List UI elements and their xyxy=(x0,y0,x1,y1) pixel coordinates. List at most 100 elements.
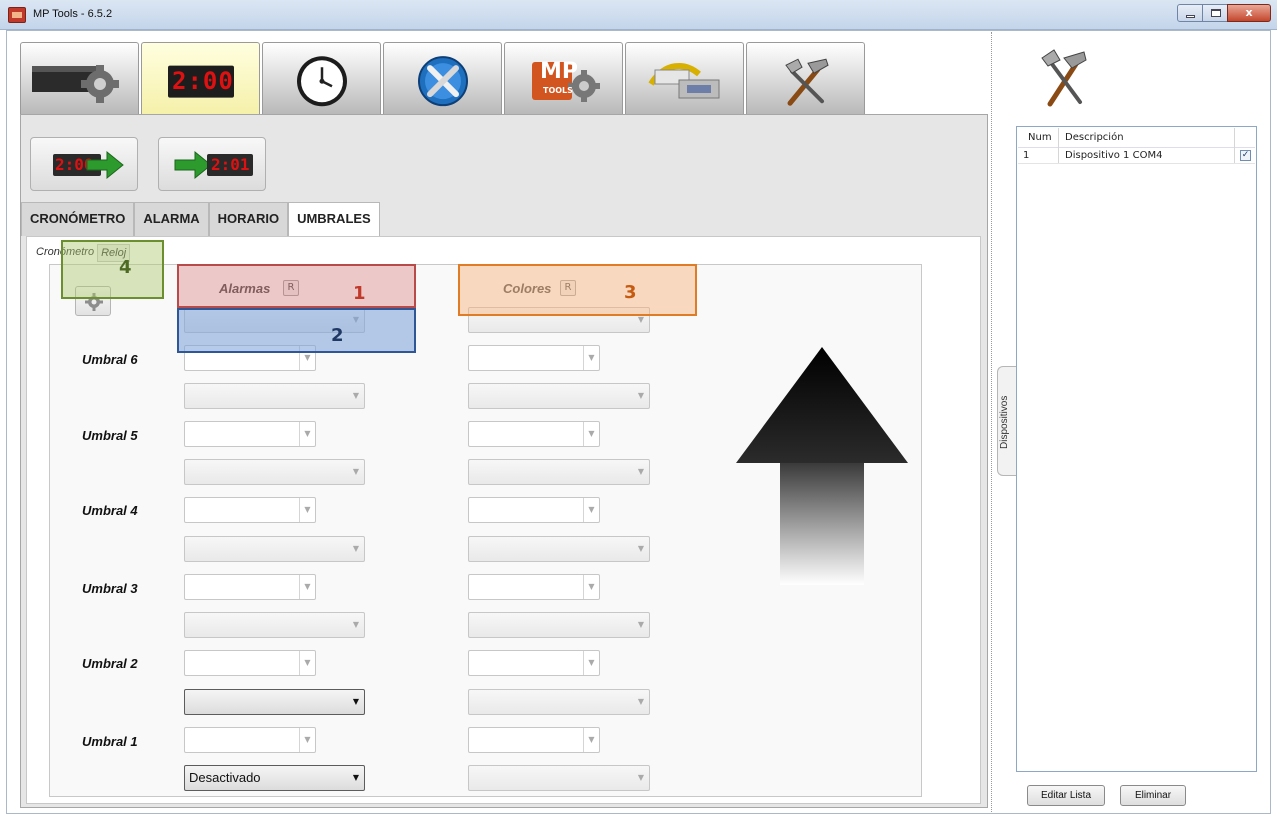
mp-logo-text: MP xyxy=(540,59,579,84)
chevron-down-icon: ▼ xyxy=(637,467,645,476)
annotation-box-2 xyxy=(177,308,416,353)
chevron-down-icon: ▼ xyxy=(583,346,599,370)
umbral-5-alarm-sound-combo[interactable]: ▼ xyxy=(184,459,365,485)
devices-list: Num Descripción 1 Dispositivo 1 COM4 ✓ xyxy=(1016,126,1257,772)
chevron-down-icon: ▼ xyxy=(352,773,360,782)
chevron-down-icon: ▼ xyxy=(299,651,315,675)
arrow-right-icon xyxy=(86,150,124,180)
devices-side-tab-label: Dispositivos xyxy=(999,395,1010,449)
led-gear-icon xyxy=(31,64,119,103)
chevron-down-icon: ▼ xyxy=(583,498,599,522)
tab-display-settings[interactable] xyxy=(20,42,139,114)
tab-umbrales[interactable]: UMBRALES xyxy=(288,202,380,236)
delete-button[interactable]: Eliminar xyxy=(1120,785,1186,806)
chevron-down-icon: ▼ xyxy=(583,728,599,752)
tab-connection[interactable] xyxy=(625,42,744,114)
tab-clock[interactable] xyxy=(262,42,381,114)
chevron-down-icon: ▼ xyxy=(637,697,645,706)
title-bar: MP Tools - 6.5.2 x xyxy=(0,0,1277,30)
umbral-3-alarm-sound-combo[interactable]: ▼ xyxy=(184,612,365,638)
window-controls: x xyxy=(1177,4,1271,22)
edit-list-button[interactable]: Editar Lista xyxy=(1027,785,1105,806)
read-from-display-button[interactable]: 2:01 xyxy=(158,137,266,191)
umbral-4-alarm-combo[interactable]: ▼ xyxy=(184,497,316,523)
tab-cronometro[interactable]: CRONÓMETRO xyxy=(21,202,135,236)
umbral-6-color-combo[interactable]: ▼ xyxy=(468,345,600,371)
tab-chronometer[interactable]: 2:00 xyxy=(141,42,260,116)
umbral-1-alarm-sound-combo[interactable]: Desactivado ▼ xyxy=(184,765,365,791)
chevron-down-icon: ▼ xyxy=(352,697,360,706)
umbral-3-alarm-combo[interactable]: ▼ xyxy=(184,574,316,600)
chevron-down-icon: ▼ xyxy=(352,467,360,476)
send-to-display-button[interactable]: 2:00 xyxy=(30,137,138,191)
umbral-2-alarm-combo[interactable]: ▼ xyxy=(184,650,316,676)
umbral-3-color-value-combo[interactable]: ▼ xyxy=(468,612,650,638)
maximize-icon xyxy=(1211,9,1221,17)
serial-cable-icon xyxy=(647,62,719,98)
selected-value: Desactivado xyxy=(189,770,261,785)
umbral-2-color-combo[interactable]: ▼ xyxy=(468,650,600,676)
umbral-2-color-value-combo[interactable]: ▼ xyxy=(468,689,650,715)
section-tabs: CRONÓMETRO ALARMA HORARIO UMBRALES xyxy=(21,202,380,236)
umbral-5-alarm-combo[interactable]: ▼ xyxy=(184,421,316,447)
column-header-description[interactable]: Descripción xyxy=(1065,132,1124,143)
umbral-4-color-combo[interactable]: ▼ xyxy=(468,497,600,523)
close-button[interactable]: x xyxy=(1227,4,1271,22)
chevron-down-icon: ▼ xyxy=(583,651,599,675)
chevron-down-icon: ▼ xyxy=(352,620,360,629)
column-header-num[interactable]: Num xyxy=(1028,132,1052,143)
window-title: MP Tools - 6.5.2 xyxy=(33,8,113,20)
app-icon xyxy=(8,7,26,23)
umbral-5-color-value-combo[interactable]: ▼ xyxy=(468,459,650,485)
chevron-down-icon: ▼ xyxy=(299,728,315,752)
umbral-1-alarm-combo[interactable]: ▼ xyxy=(184,727,316,753)
annotation-box-4 xyxy=(61,240,164,299)
umbral-4-color-value-combo[interactable]: ▼ xyxy=(468,536,650,562)
umbral-6-label: Umbral 6 xyxy=(82,352,138,367)
umbral-6-alarm-sound-combo[interactable]: ▼ xyxy=(184,383,365,409)
annotation-number-1: 1 xyxy=(353,283,366,304)
umbral-2-label: Umbral 2 xyxy=(82,656,138,671)
chevron-down-icon: ▼ xyxy=(299,422,315,446)
umbral-5-color-combo[interactable]: ▼ xyxy=(468,421,600,447)
tab-alarma[interactable]: ALARMA xyxy=(134,202,209,236)
up-arrow-icon xyxy=(736,347,908,585)
main-tab-strip: 2:00 MP TOOLS xyxy=(20,42,867,116)
devices-side-tab[interactable]: Dispositivos xyxy=(997,366,1017,476)
tab-horario[interactable]: HORARIO xyxy=(208,202,289,236)
umbral-5-label: Umbral 5 xyxy=(82,428,138,443)
umbral-6-color-value-combo[interactable]: ▼ xyxy=(468,383,650,409)
chevron-down-icon: ▼ xyxy=(637,544,645,553)
splitter[interactable] xyxy=(991,32,992,812)
device-enabled-checkbox[interactable]: ✓ xyxy=(1240,150,1251,161)
chevron-down-icon: ▼ xyxy=(352,391,360,400)
umbral-4-alarm-sound-combo[interactable]: ▼ xyxy=(184,536,365,562)
umbral-1-color-value-combo[interactable]: ▼ xyxy=(468,765,650,791)
device-num: 1 xyxy=(1023,150,1030,161)
wrench-screwdriver-icon xyxy=(417,55,468,106)
annotation-box-1 xyxy=(177,264,416,308)
chevron-down-icon: ▼ xyxy=(352,544,360,553)
tab-tools[interactable] xyxy=(383,42,502,114)
clock-icon xyxy=(296,55,347,106)
maximize-button[interactable] xyxy=(1202,4,1228,22)
umbral-1-color-combo[interactable]: ▼ xyxy=(468,727,600,753)
umbral-2-alarm-sound-combo[interactable]: ▼ xyxy=(184,689,365,715)
tools-icon xyxy=(1041,49,1087,107)
minimize-icon xyxy=(1186,15,1195,18)
chevron-down-icon: ▼ xyxy=(583,575,599,599)
hammer-icon xyxy=(784,58,829,106)
tab-hammer[interactable] xyxy=(746,42,865,114)
chevron-down-icon: ▼ xyxy=(637,773,645,782)
led-display-text: 2:00 xyxy=(172,67,234,95)
annotation-number-3: 3 xyxy=(624,282,637,303)
chevron-down-icon: ▼ xyxy=(637,391,645,400)
umbral-3-color-combo[interactable]: ▼ xyxy=(468,574,600,600)
device-description: Dispositivo 1 COM4 xyxy=(1065,150,1163,161)
devices-list-header: Num Descripción xyxy=(1018,128,1255,148)
device-row[interactable]: 1 Dispositivo 1 COM4 ✓ xyxy=(1018,148,1255,164)
tab-mp-tools[interactable]: MP TOOLS xyxy=(504,42,623,114)
chevron-down-icon: ▼ xyxy=(299,575,315,599)
minimize-button[interactable] xyxy=(1177,4,1203,22)
umbral-4-label: Umbral 4 xyxy=(82,503,138,518)
